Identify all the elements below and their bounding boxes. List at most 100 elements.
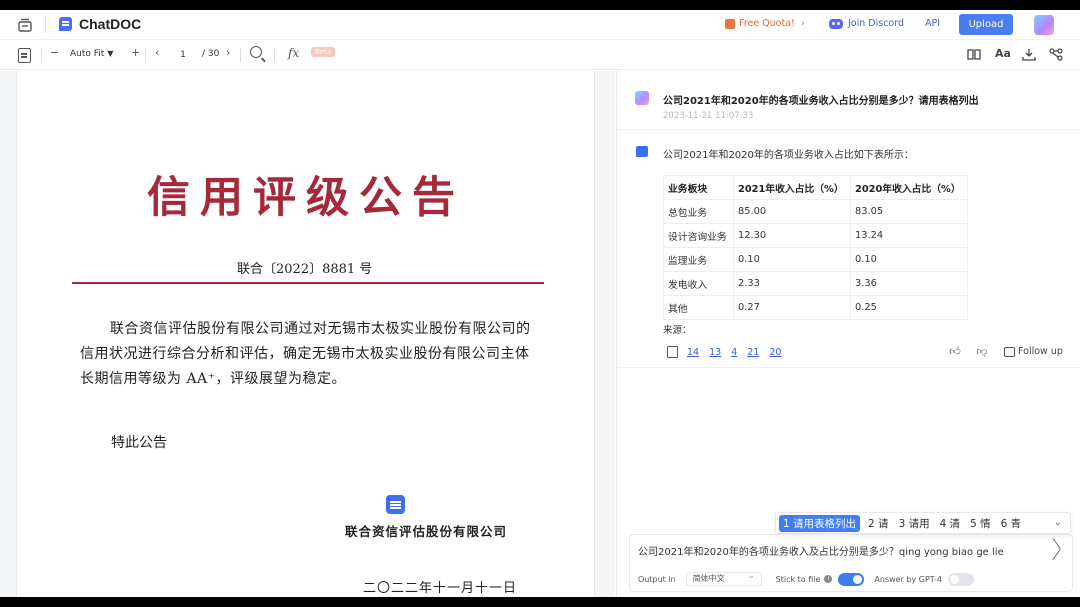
thumbs-up-icon[interactable]: 👍︎ [948,345,962,358]
page-ref-link[interactable]: 14 [687,347,699,358]
stick-to-file-label: Stick to file [775,574,821,584]
source-label: 来源： [663,325,692,336]
zoom-mode-select[interactable]: Auto Fit ▼ [70,49,113,59]
follow-up-icon [1004,346,1015,357]
page-ref-link[interactable]: 20 [769,347,781,358]
gift-icon [725,18,735,29]
document-number: 联合〔2022〕8881 号 [237,262,373,277]
gpt4-label: Answer by GPT-4 [874,574,942,584]
api-link[interactable]: API [925,18,940,29]
chevron-down-icon[interactable]: ⌄ [1054,517,1062,528]
pdf-toolbar: − Auto Fit ▼ + ‹ 1 / 30 › fx Beta Aa [0,40,1080,70]
table-row: 设计咨询业务 12.30 13.24 [663,223,968,248]
follow-up-button[interactable]: Follow up [1004,346,1063,357]
table-cell: 设计咨询业务 [663,223,734,248]
user-avatar-icon [635,91,649,105]
output-language-select[interactable]: 简体中文 [685,570,762,586]
page-number-input[interactable]: 1 [170,47,196,63]
chevron-right-icon: › [800,18,805,29]
divider [274,48,275,62]
divider [45,17,46,33]
document-organization: 联合资信评估股份有限公司 [345,524,508,539]
document-outline-icon[interactable] [18,48,31,63]
document-title: 信用评级公告 [147,173,465,223]
document-viewer[interactable]: 信用评级公告 联合〔2022〕8881 号 联合资信评估股份有限公司通过对无锡市… [0,71,615,597]
page-ref-link[interactable]: 21 [747,347,759,358]
ime-candidate[interactable]: 3 请用 [899,516,930,531]
chat-options: Output in 简体中文 Stick to file i Answer by… [638,570,974,586]
ime-candidate-bar: 1 请用表格列出 2 请 3 请用 4 清 5 情 6 青 ⌄ [775,512,1071,534]
formula-button[interactable]: fx [288,46,299,60]
chat-panel: 公司2021年和2020年的各项业务收入占比分别是多少？请用表格列出 2023-… [616,71,1080,597]
table-cell: 0.27 [733,295,851,320]
table-row: 总包业务 85.00 83.05 [663,199,968,224]
ime-candidate[interactable]: 5 情 [970,516,991,531]
table-cell: 总包业务 [663,199,734,224]
table-cell: 3.36 [850,271,968,296]
document-body: 联合资信评估股份有限公司通过对无锡市太极实业股份有限公司的信用状况进行综合分析和… [80,321,531,387]
answer-table: 业务板块 2021年收入占比（%） 2020年收入占比（%） 总包业务 85.0… [663,175,968,320]
page-ref-link[interactable]: 4 [731,347,737,358]
discord-icon [829,18,843,29]
app-logo[interactable]: ChatDOC [59,16,141,32]
info-icon[interactable]: i [824,575,833,583]
join-discord-link[interactable]: Join Discord [829,18,904,29]
send-icon[interactable] [1044,537,1062,561]
chat-input[interactable]: 公司2021年和2020年的各项业务收入及占比分别是多少？qing yong b… [638,543,1004,558]
free-quota-label: Free Quota! [739,18,795,29]
table-cell: 0.10 [733,247,851,272]
stick-to-file-toggle[interactable] [838,572,865,586]
question-timestamp: 2023-11-21 11:07:33 [663,111,754,121]
page-ref-link[interactable]: 13 [709,347,721,358]
beta-badge: Beta [311,47,336,57]
page-reference-icon [667,346,678,358]
app-name: ChatDOC [79,16,142,32]
divider [145,48,146,62]
free-quota-link[interactable]: Free Quota! › [725,18,805,29]
table-row: 监理业务 0.10 0.10 [663,247,968,272]
ime-candidate[interactable]: 4 清 [940,516,961,531]
files-icon[interactable] [16,16,34,34]
ime-candidate[interactable]: 2 请 [868,516,889,531]
user-question: 公司2021年和2020年的各项业务收入占比分别是多少？请用表格列出 [663,96,979,107]
table-header: 2021年收入占比（%） [733,175,851,200]
table-header-row: 业务板块 2021年收入占比（%） 2020年收入占比（%） [663,175,968,200]
divider [41,48,42,62]
pdf-page: 信用评级公告 联合〔2022〕8881 号 联合资信评估股份有限公司通过对无锡市… [16,71,595,597]
zoom-out-button[interactable]: − [50,46,59,59]
mindmap-icon[interactable] [1049,48,1063,61]
prev-page-button[interactable]: ‹ [155,46,159,59]
book-icon[interactable] [967,48,981,61]
avatar[interactable] [1034,15,1054,35]
ime-candidate-selected[interactable]: 1 请用表格列出 [779,514,861,532]
table-cell: 13.24 [850,223,968,248]
source-references: 14 13 4 21 20 [667,346,791,358]
thumbs-down-icon[interactable]: 👎︎ [975,345,989,358]
join-discord-label: Join Discord [848,18,905,29]
table-row: 发电收入 2.33 3.36 [663,271,968,296]
upload-button[interactable]: Upload [959,14,1013,35]
gpt4-toggle[interactable] [947,572,974,586]
chatdoc-answer-icon [636,146,648,157]
font-size-icon[interactable]: Aa [995,47,1011,60]
zoom-mode-value: Auto Fit [70,49,105,59]
ask-selection-icon[interactable] [386,495,405,514]
divider [240,48,241,62]
chatdoc-logo-icon [59,17,72,31]
download-icon[interactable] [1022,48,1036,61]
table-cell: 2.33 [733,271,851,296]
divider [617,367,1080,368]
table-cell: 监理业务 [663,247,734,272]
table-row: 其他 0.27 0.25 [663,295,968,320]
document-notice: 特此公告 [111,435,167,451]
next-page-button[interactable]: › [226,46,230,59]
search-icon[interactable] [250,46,262,58]
answer-intro: 公司2021年和2020年的各项业务收入占比如下表所示： [663,150,914,161]
table-cell: 85.00 [733,199,851,224]
app-window: ChatDOC Free Quota! › Join Discord API U… [0,10,1080,597]
table-header: 业务板块 [663,175,734,200]
zoom-in-button[interactable]: + [131,46,140,59]
page-total: / 30 [202,49,220,59]
output-language-value: 简体中文 [692,574,725,583]
ime-candidate[interactable]: 6 青 [1001,516,1022,531]
